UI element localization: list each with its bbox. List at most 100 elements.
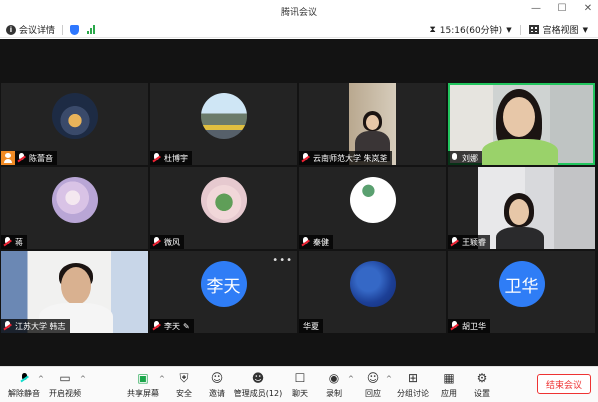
mic-muted-icon [152,321,161,331]
participant-nameplate: 胡卫华 [448,319,490,333]
start-video-label: 开启视频 [49,389,81,398]
manage-members-button[interactable]: ☻ 管理成员(12) [234,370,282,399]
mic-icon [450,153,459,163]
reactions-label: 回应 [365,389,381,398]
chevron-down-icon[interactable]: ▼ [506,26,511,34]
window-title: 腾讯会议 [280,8,317,18]
smile-icon: ☺ [366,371,380,385]
start-video-button[interactable]: ▭ 开启视频 [45,370,85,399]
participant-tile[interactable]: 微风 [150,167,297,249]
minimize-button[interactable]: — [530,3,542,14]
participant-name: 刘娜 [462,153,478,163]
camera-off-icon: ▭ [59,371,71,385]
participant-name: 秦健 [313,237,329,247]
participant-tile[interactable]: 杜博宇 [150,83,297,165]
settings-label: 设置 [474,389,490,398]
video-feed [478,167,595,249]
participant-nameplate: 李天 ✎ [150,319,194,333]
title-bar: 腾讯会议 — ☐ ✕ [0,0,598,20]
participant-name: 蒋 [15,237,23,247]
host-icon [1,151,15,165]
meeting-toolbar: 解除静音 ^ ▭ 开启视频 ^ ▣ 共享屏幕 ^ ⛨ 安全 ☺ 邀请 ☻ 管理成… [0,366,598,402]
hourglass-icon: ⧗ [429,24,436,35]
invite-button[interactable]: ☺ 邀请 [197,370,237,399]
view-mode-button[interactable]: 宫格视图 [543,23,579,36]
participant-name: 胡卫华 [462,321,486,331]
video-grid: 陈蕾音 杜博宇 云南师范大学 朱岚荃 刘娜 蒋 微风 秦健 王颖睿 江苏大学 韩… [0,39,598,366]
participant-tile[interactable]: 刘娜 [448,83,595,165]
participant-nameplate: 蒋 [1,235,27,249]
participant-tile[interactable]: 华夏 [299,251,446,333]
settings-button[interactable]: ⚙ 设置 [462,370,502,399]
participant-name: 微风 [164,237,180,247]
participant-nameplate: 微风 [150,235,184,249]
shield-icon: ⛨ [179,370,189,385]
avatar [51,93,98,139]
mic-muted-icon [301,237,310,247]
participant-name: 云南师范大学 朱岚荃 [313,153,388,163]
participant-tile[interactable]: 云南师范大学 朱岚荃 [299,83,446,165]
chevron-up-icon[interactable]: ^ [386,375,392,383]
participant-nameplate: 杜博宇 [150,151,192,165]
participant-tile[interactable]: 陈蕾音 [1,83,148,165]
maximize-button[interactable]: ☐ [556,3,568,14]
avatar [51,177,98,223]
share-screen-icon: ▣ [137,371,149,385]
breakout-label: 分组讨论 [397,389,429,398]
pencil-icon: ✎ [183,321,190,331]
participant-tile[interactable]: 江苏大学 韩志 [1,251,148,333]
participant-nameplate: 江苏大学 韩志 [1,319,70,333]
participant-tile[interactable]: 秦健 [299,167,446,249]
security-label: 安全 [176,389,192,398]
participant-name: 王颖睿 [462,237,486,247]
gear-icon: ⚙ [476,371,488,385]
more-icon[interactable]: ••• [272,255,293,266]
participant-name: 陈蕾音 [29,153,53,163]
meeting-time: 15:16(60分钟) [439,26,503,36]
avatar: 李天 [200,261,247,307]
apps-icon: ▦ [443,371,455,385]
apps-label: 应用 [441,389,457,398]
participant-tile[interactable]: 王颖睿 [448,167,595,249]
record-icon: ◉ [328,371,340,385]
info-icon[interactable]: i [6,24,16,35]
share-screen-label: 共享屏幕 [127,389,159,398]
mic-muted-icon [301,153,310,163]
participant-tile[interactable]: 卫华 胡卫华 [448,251,595,333]
shield-icon[interactable] [70,24,80,35]
chat-icon: ☐ [294,371,306,385]
close-button[interactable]: ✕ [582,3,594,14]
avatar [200,93,247,139]
divider [519,24,521,35]
mic-muted-icon [20,373,29,383]
participant-tile[interactable]: ••• 李天 李天 ✎ [150,251,297,333]
participant-nameplate: 云南师范大学 朱岚荃 [299,151,392,165]
signal-icon[interactable] [87,25,96,34]
share-screen-button[interactable]: ▣ 共享屏幕 [123,370,163,399]
mic-muted-icon [3,321,12,331]
participant-tile[interactable]: 蒋 [1,167,148,249]
record-label: 录制 [326,389,342,398]
meeting-details-link[interactable]: 会议详情 [19,23,55,36]
participant-name: 李天 [164,321,180,331]
participant-nameplate: 秦健 [299,235,333,249]
info-bar: i 会议详情 ⧗ 15:16(60分钟) ▼ 宫格视图 ▼ [0,20,598,38]
breakout-button[interactable]: ⊞ 分组讨论 [393,370,433,399]
add-user-icon: ☺ [210,371,224,385]
mic-muted-icon [152,237,161,247]
mic-muted-icon [3,237,12,247]
breakout-icon: ⊞ [407,371,419,385]
members-icon: ☻ [251,371,265,385]
invite-label: 邀请 [209,389,225,398]
avatar [200,177,247,223]
chevron-up-icon[interactable]: ^ [38,375,44,383]
avatar [349,177,396,223]
grid-icon[interactable] [528,25,539,34]
chevron-up-icon[interactable]: ^ [80,375,86,383]
mic-muted-icon [450,321,459,331]
participant-name: 杜博宇 [164,153,188,163]
chevron-down-icon[interactable]: ▼ [583,26,588,34]
end-meeting-button[interactable]: 结束会议 [537,374,591,394]
participant-name: 江苏大学 韩志 [15,321,66,331]
mic-muted-icon [152,153,161,163]
